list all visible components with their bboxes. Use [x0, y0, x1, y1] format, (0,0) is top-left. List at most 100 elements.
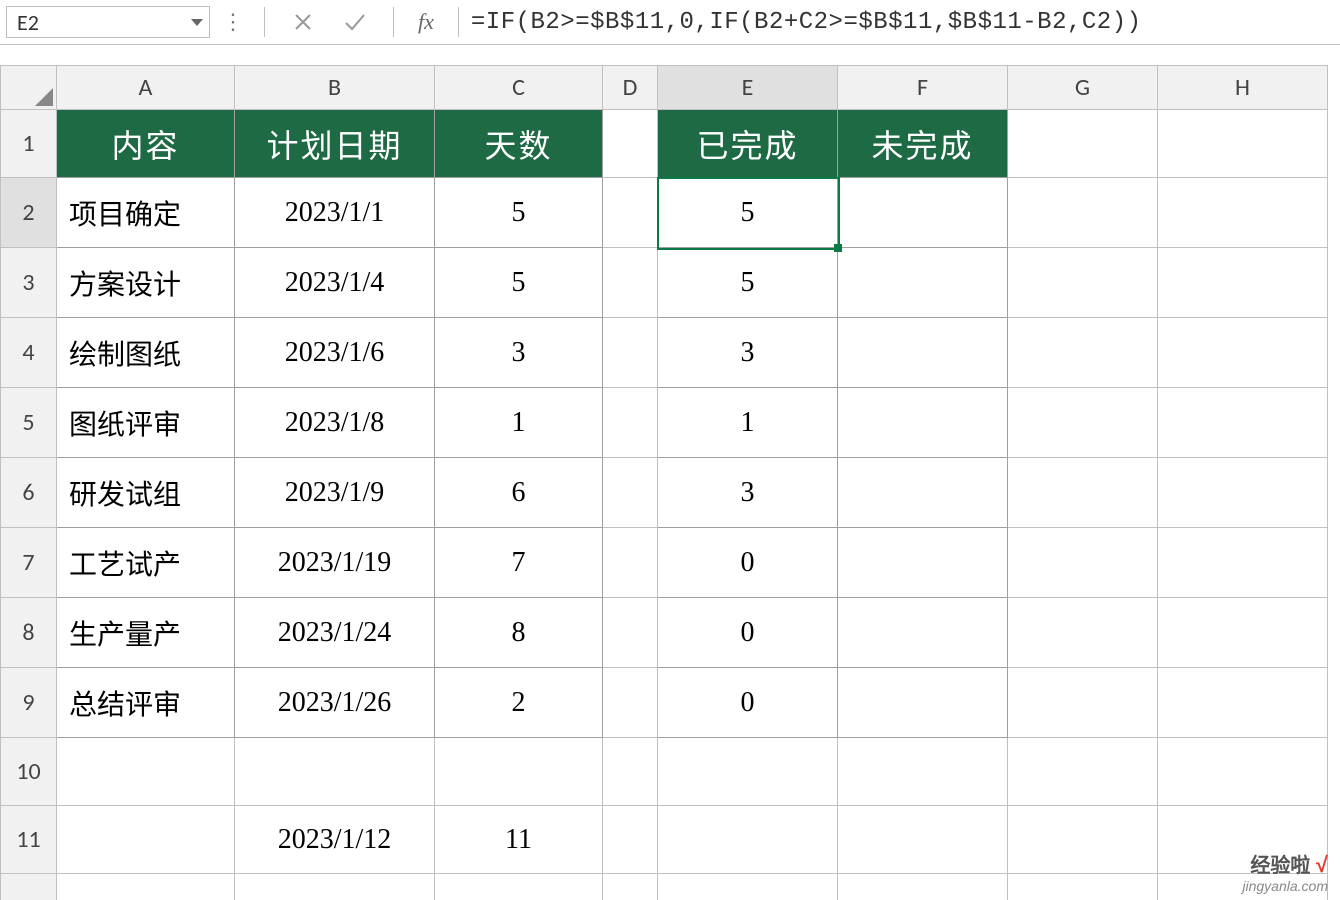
cell-C1[interactable]: 天数	[435, 110, 603, 178]
cell-D3[interactable]	[603, 248, 658, 318]
cell-A9[interactable]: 总结评审	[57, 668, 235, 738]
cell-D6[interactable]	[603, 458, 658, 528]
row-header-12[interactable]: 12	[1, 874, 57, 900]
cell-F2[interactable]	[838, 178, 1008, 248]
fx-icon[interactable]: fx	[418, 9, 434, 35]
cell-H8[interactable]	[1158, 598, 1328, 668]
cell-B9[interactable]: 2023/1/26	[235, 668, 435, 738]
cell-C3[interactable]: 5	[435, 248, 603, 318]
cell-D9[interactable]	[603, 668, 658, 738]
cell-D12[interactable]	[603, 874, 658, 900]
cell-F9[interactable]	[838, 668, 1008, 738]
cell-C6[interactable]: 6	[435, 458, 603, 528]
cell-G3[interactable]	[1008, 248, 1158, 318]
row-header-1[interactable]: 1	[1, 110, 57, 178]
cell-B6[interactable]: 2023/1/9	[235, 458, 435, 528]
cell-F6[interactable]	[838, 458, 1008, 528]
cell-B7[interactable]: 2023/1/19	[235, 528, 435, 598]
cell-A2[interactable]: 项目确定	[57, 178, 235, 248]
formula-input[interactable]: =IF(B2>=$B$11,0,IF(B2+C2>=$B$11,$B$11-B2…	[471, 9, 1340, 36]
col-header-H[interactable]: H	[1158, 66, 1328, 110]
cell-E12[interactable]	[658, 874, 838, 900]
cell-B3[interactable]: 2023/1/4	[235, 248, 435, 318]
cell-A11[interactable]	[57, 806, 235, 874]
cancel-icon[interactable]	[287, 6, 319, 38]
col-header-F[interactable]: F	[838, 66, 1008, 110]
enter-icon[interactable]	[339, 6, 371, 38]
cell-G1[interactable]	[1008, 110, 1158, 178]
cell-G6[interactable]	[1008, 458, 1158, 528]
col-header-B[interactable]: B	[235, 66, 435, 110]
cell-E1[interactable]: 已完成	[658, 110, 838, 178]
cell-A6[interactable]: 研发试组	[57, 458, 235, 528]
cell-A1[interactable]: 内容	[57, 110, 235, 178]
cell-H2[interactable]	[1158, 178, 1328, 248]
cell-C8[interactable]: 8	[435, 598, 603, 668]
cell-A12[interactable]	[57, 874, 235, 900]
cell-C12[interactable]	[435, 874, 603, 900]
row-header-7[interactable]: 7	[1, 528, 57, 598]
cell-B5[interactable]: 2023/1/8	[235, 388, 435, 458]
cell-F8[interactable]	[838, 598, 1008, 668]
cell-E4[interactable]: 3	[658, 318, 838, 388]
cell-B2[interactable]: 2023/1/1	[235, 178, 435, 248]
cell-C11[interactable]: 11	[435, 806, 603, 874]
cell-D5[interactable]	[603, 388, 658, 458]
row-header-6[interactable]: 6	[1, 458, 57, 528]
cell-E5[interactable]: 1	[658, 388, 838, 458]
cell-C9[interactable]: 2	[435, 668, 603, 738]
cell-H7[interactable]	[1158, 528, 1328, 598]
row-header-9[interactable]: 9	[1, 668, 57, 738]
cell-H10[interactable]	[1158, 738, 1328, 806]
cell-B8[interactable]: 2023/1/24	[235, 598, 435, 668]
row-header-8[interactable]: 8	[1, 598, 57, 668]
cell-C5[interactable]: 1	[435, 388, 603, 458]
row-header-5[interactable]: 5	[1, 388, 57, 458]
cell-A4[interactable]: 绘制图纸	[57, 318, 235, 388]
row-header-10[interactable]: 10	[1, 738, 57, 806]
cell-D1[interactable]	[603, 110, 658, 178]
cell-E9[interactable]: 0	[658, 668, 838, 738]
cell-D11[interactable]	[603, 806, 658, 874]
cell-F3[interactable]	[838, 248, 1008, 318]
cell-H1[interactable]	[1158, 110, 1328, 178]
col-header-A[interactable]: A	[57, 66, 235, 110]
cell-F10[interactable]	[838, 738, 1008, 806]
cell-F4[interactable]	[838, 318, 1008, 388]
cell-E3[interactable]: 5	[658, 248, 838, 318]
cell-H3[interactable]	[1158, 248, 1328, 318]
cell-G12[interactable]	[1008, 874, 1158, 900]
row-header-2[interactable]: 2	[1, 178, 57, 248]
row-header-4[interactable]: 4	[1, 318, 57, 388]
cell-C10[interactable]	[435, 738, 603, 806]
col-header-E[interactable]: E	[658, 66, 838, 110]
cell-A10[interactable]	[57, 738, 235, 806]
cell-G9[interactable]	[1008, 668, 1158, 738]
cell-H5[interactable]	[1158, 388, 1328, 458]
cell-H4[interactable]	[1158, 318, 1328, 388]
cell-D10[interactable]	[603, 738, 658, 806]
cell-F12[interactable]	[838, 874, 1008, 900]
row-header-11[interactable]: 11	[1, 806, 57, 874]
cell-E10[interactable]	[658, 738, 838, 806]
cell-A8[interactable]: 生产量产	[57, 598, 235, 668]
cell-F1[interactable]: 未完成	[838, 110, 1008, 178]
cell-C2[interactable]: 5	[435, 178, 603, 248]
cell-G8[interactable]	[1008, 598, 1158, 668]
cell-G11[interactable]	[1008, 806, 1158, 874]
cell-A5[interactable]: 图纸评审	[57, 388, 235, 458]
cell-D2[interactable]	[603, 178, 658, 248]
col-header-G[interactable]: G	[1008, 66, 1158, 110]
grid[interactable]: ABCDEFGH1内容计划日期天数已完成未完成2项目确定2023/1/1553方…	[0, 65, 1328, 900]
cell-G2[interactable]	[1008, 178, 1158, 248]
cell-H6[interactable]	[1158, 458, 1328, 528]
cell-F7[interactable]	[838, 528, 1008, 598]
cell-D8[interactable]	[603, 598, 658, 668]
cell-C7[interactable]: 7	[435, 528, 603, 598]
col-header-C[interactable]: C	[435, 66, 603, 110]
col-header-D[interactable]: D	[603, 66, 658, 110]
cell-B10[interactable]	[235, 738, 435, 806]
cell-H9[interactable]	[1158, 668, 1328, 738]
name-box[interactable]: E2	[6, 6, 210, 38]
cell-G5[interactable]	[1008, 388, 1158, 458]
